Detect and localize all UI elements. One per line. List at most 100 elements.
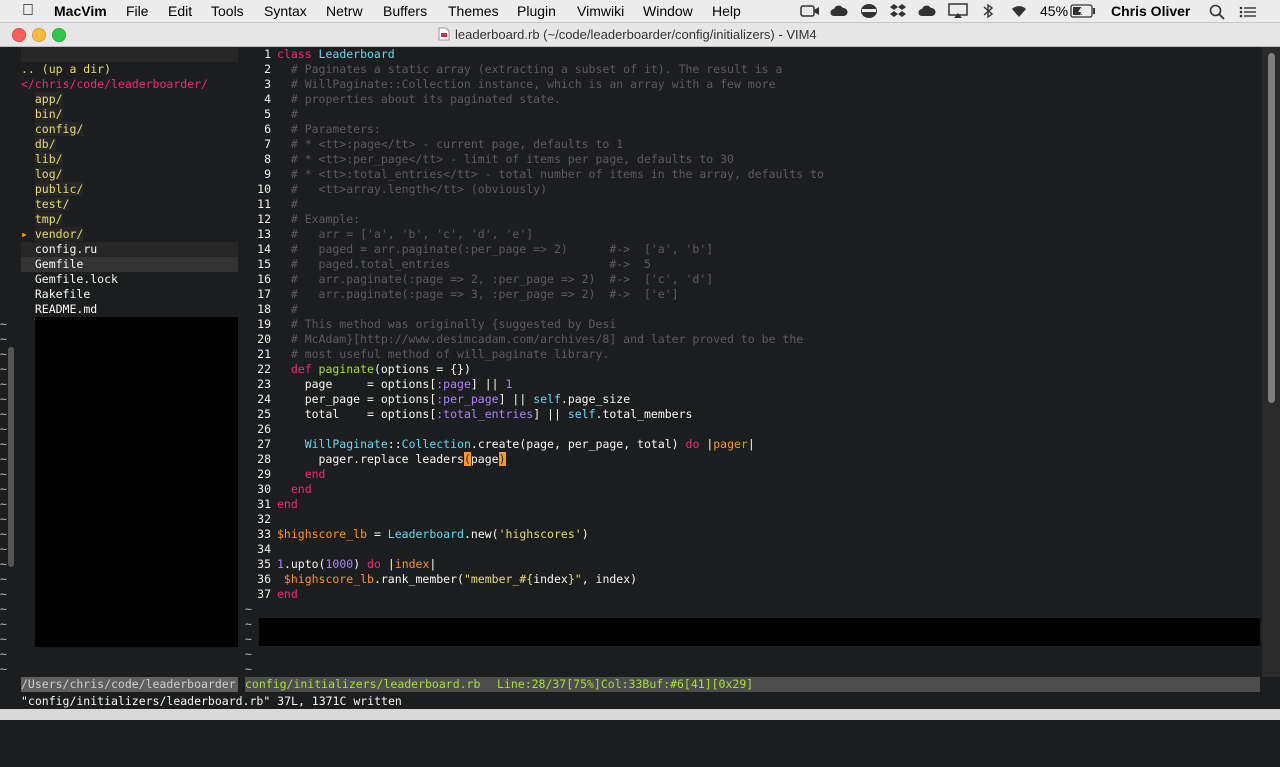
- editor-scrollbar-thumb[interactable]: [1268, 53, 1275, 403]
- airplay-icon[interactable]: [948, 3, 968, 22]
- code-line[interactable]: 32: [249, 512, 277, 527]
- code-line[interactable]: 20 # McAdam}[http://www.desimcadam.com/a…: [249, 332, 803, 347]
- nerdtree-item-rakefile[interactable]: Rakefile: [21, 287, 90, 302]
- menu-netrw[interactable]: Netrw: [326, 3, 363, 19]
- empty-line-tilde: ~: [0, 392, 7, 406]
- command-line[interactable]: "config/initializers/leaderboard.rb" 37L…: [0, 693, 1280, 709]
- code-line[interactable]: 2 # Paginates a static array (extracting…: [249, 62, 782, 77]
- code-line[interactable]: 29 end: [249, 467, 325, 482]
- search-icon[interactable]: [1209, 4, 1225, 23]
- code-line[interactable]: 22 def paginate(options = {}): [249, 362, 471, 377]
- menu-buffers[interactable]: Buffers: [383, 3, 427, 19]
- battery-percent[interactable]: 45%: [1040, 3, 1068, 19]
- menu-edit[interactable]: Edit: [168, 3, 192, 19]
- code-line[interactable]: 17 # arr.paginate(:page => 3, :per_page …: [249, 287, 678, 302]
- wifi-icon[interactable]: [1008, 3, 1030, 22]
- code-line[interactable]: 19 # This method was originally {suggest…: [249, 317, 616, 332]
- nerdtree-scrollbar[interactable]: [8, 347, 14, 567]
- nerdtree-item-tmp[interactable]: tmp/: [21, 212, 63, 227]
- code-line[interactable]: 33 $highscore_lb = Leaderboard.new('highs…: [249, 527, 588, 542]
- code-line[interactable]: 26: [249, 422, 277, 437]
- minimize-button[interactable]: [32, 28, 46, 42]
- menu-help[interactable]: Help: [712, 3, 741, 19]
- nerdtree-item-label: vendor/: [34, 227, 84, 241]
- nerdtree-item-db[interactable]: db/: [21, 137, 56, 152]
- menu-plugin[interactable]: Plugin: [517, 3, 556, 19]
- code-line[interactable]: 13 # arr = ['a', 'b', 'c', 'd', 'e']: [249, 227, 533, 242]
- code-line[interactable]: 23 page = options[:page] || 1: [249, 377, 512, 392]
- nerdtree-item-public[interactable]: public/: [21, 182, 84, 197]
- line-number: 1: [264, 47, 271, 61]
- code-line[interactable]: 4 # properties about its paginated state…: [249, 92, 561, 107]
- menu-tools[interactable]: Tools: [211, 3, 244, 19]
- nerdtree-item-vendor[interactable]: ▸ vendor/: [21, 227, 84, 242]
- code-line[interactable]: 36 $highscore_lb.rank_member("member_#{i…: [249, 572, 637, 587]
- code-token: |: [747, 437, 755, 451]
- code-line[interactable]: 6 # Parameters:: [249, 122, 381, 137]
- menu-syntax[interactable]: Syntax: [264, 3, 307, 19]
- line-number: 34: [257, 542, 271, 556]
- code-line[interactable]: 15 # paged.total_entries #-> 5: [249, 257, 651, 272]
- zoom-button[interactable]: [52, 28, 66, 42]
- code-line[interactable]: 1 class Leaderboard: [249, 47, 395, 62]
- nerdtree-item-app[interactable]: app/: [21, 92, 63, 107]
- code-line[interactable]: 16 # arr.paginate(:page => 2, :per_page …: [249, 272, 713, 287]
- bluetooth-icon[interactable]: [982, 3, 994, 22]
- code-line[interactable]: 21 # most useful method of will_paginate…: [249, 347, 609, 362]
- code-token: page = options[: [277, 377, 437, 391]
- code-line[interactable]: 30 end: [249, 482, 311, 497]
- code-line[interactable]: 7 # * <tt>:page</tt> - current page, def…: [249, 137, 623, 152]
- notification-center-icon[interactable]: [1239, 5, 1257, 21]
- code-line[interactable]: 14 # paged = arr.paginate(:per_page => 2…: [249, 242, 713, 257]
- menu-window[interactable]: Window: [643, 3, 693, 19]
- code-token: ] ||: [498, 392, 534, 406]
- code-line[interactable]: 9 # * <tt>:total_entries</tt> - total nu…: [249, 167, 824, 182]
- line-number: 21: [257, 347, 271, 361]
- nerdtree-item-log[interactable]: log/: [21, 167, 63, 182]
- close-button[interactable]: [12, 28, 26, 42]
- nerdtree-item-config-ru[interactable]: config.ru: [21, 242, 238, 257]
- code-line[interactable]: 25 total = options[:total_entries] || se…: [249, 407, 692, 422]
- line-number: 19: [257, 317, 271, 331]
- code-line[interactable]: 35 1.upto(1000) do |index|: [249, 557, 436, 572]
- line-number: 9: [264, 167, 271, 181]
- cloud-icon-2[interactable]: [918, 4, 936, 21]
- menu-vimwiki[interactable]: Vimwiki: [577, 3, 624, 19]
- nerdtree-up-dir[interactable]: .. (up a dir): [21, 62, 111, 77]
- code-line[interactable]: 3 # WillPaginate::Collection instance, w…: [249, 77, 775, 92]
- menu-themes[interactable]: Themes: [448, 3, 499, 19]
- code-line[interactable]: 37 end: [249, 587, 298, 602]
- code-line[interactable]: 18 #: [249, 302, 298, 317]
- code-line[interactable]: 31 end: [249, 497, 298, 512]
- cloud-icon[interactable]: [830, 4, 848, 21]
- nerdtree-item-test[interactable]: test/: [21, 197, 70, 212]
- menu-file[interactable]: File: [126, 3, 149, 19]
- code-line[interactable]: 11 #: [249, 197, 298, 212]
- code-token: self: [567, 407, 596, 421]
- code-line[interactable]: 10 # <tt>array.length</tt> (obviously): [249, 182, 547, 197]
- code-line[interactable]: 5 #: [249, 107, 298, 122]
- code-token: $highscore_lb: [277, 572, 374, 586]
- code-token: # paged.total_entries #-> 5: [277, 257, 651, 271]
- nerdtree-item-bin[interactable]: bin/: [21, 107, 63, 122]
- nerdtree-item-lib[interactable]: lib/: [21, 152, 63, 167]
- nerdtree-item-config[interactable]: config/: [21, 122, 84, 137]
- apple-icon[interactable]: : [22, 2, 34, 20]
- code-line[interactable]: 12 # Example:: [249, 212, 360, 227]
- code-line[interactable]: 24 per_page = options[:per_page] || self…: [249, 392, 630, 407]
- code-line[interactable]: 28 pager.replace leaders(page): [249, 452, 506, 467]
- app-menu[interactable]: MacVim: [54, 3, 107, 19]
- split-separator[interactable]: [238, 47, 245, 684]
- hat-icon[interactable]: [860, 3, 878, 22]
- code-line[interactable]: 8 # * <tt>:per_page</tt> - limit of item…: [249, 152, 734, 167]
- nerdtree-root[interactable]: </chris/code/leaderboarder/: [21, 77, 208, 92]
- nerdtree-item-gemfile[interactable]: Gemfile: [21, 257, 238, 272]
- video-icon[interactable]: [800, 4, 820, 21]
- user-name[interactable]: Chris Oliver: [1111, 3, 1190, 19]
- code-line[interactable]: 27 WillPaginate::Collection.create(page,…: [249, 437, 755, 452]
- nerdtree-item-readme-md[interactable]: README.md: [21, 302, 97, 317]
- nerdtree-item-gemfile-lock[interactable]: Gemfile.lock: [21, 272, 118, 287]
- dropbox-icon[interactable]: [889, 3, 907, 22]
- code-line[interactable]: 34: [249, 542, 277, 557]
- battery-icon[interactable]: [1070, 4, 1096, 21]
